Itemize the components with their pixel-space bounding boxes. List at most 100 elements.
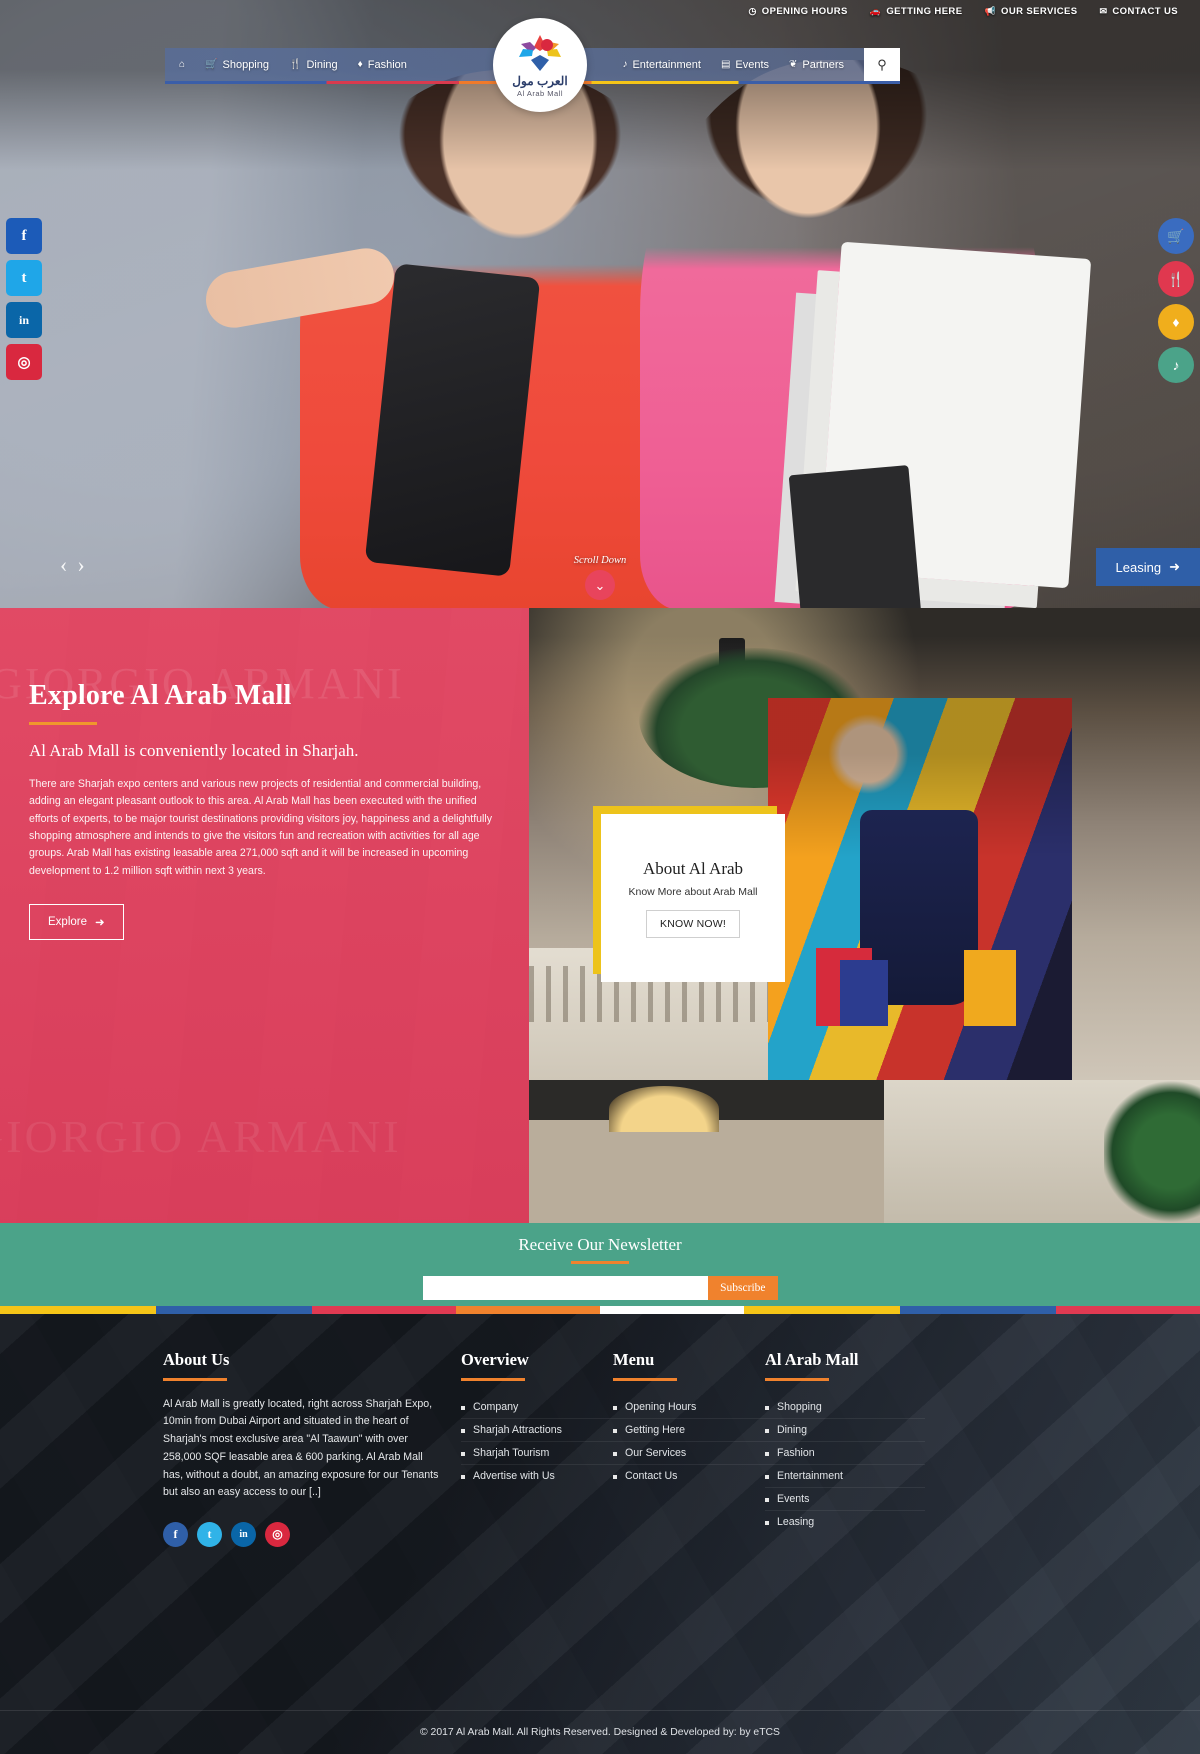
topbar-link-opening-hours[interactable]: ◷ OPENING HOURS [749,6,848,17]
list-item[interactable]: Events [765,1488,925,1511]
list-item[interactable]: Advertise with Us [461,1465,613,1487]
site-logo[interactable]: العرب مول Al Arab Mall [493,18,587,112]
newsletter-heading: Receive Our Newsletter [518,1235,682,1254]
hero-section: ◷ OPENING HOURS 🚗 GETTING HERE 📢 OUR SER… [0,0,1200,608]
nav-item-shopping[interactable]: 🛒 Shopping [205,59,269,71]
page-root: ◷ OPENING HOURS 🚗 GETTING HERE 📢 OUR SER… [0,0,1200,1754]
cart-icon[interactable]: 🛒 [1158,218,1194,254]
scroll-down-label: Scroll Down [573,555,627,566]
list-item[interactable]: Sharjah Tourism [461,1442,613,1465]
footer-column-menu: Menu Opening Hours Getting Here Our Serv… [613,1350,765,1547]
car-icon: 🚗 [869,5,882,16]
social-rail-left: f t in ◎ [6,218,42,380]
footer-heading-underline [163,1378,227,1381]
logo-arabic-text: العرب مول [512,73,568,88]
music-note-icon[interactable]: ♪ [1158,347,1194,383]
list-item[interactable]: Sharjah Attractions [461,1419,613,1442]
list-item[interactable]: Contact Us [613,1465,765,1487]
explore-text-panel: Explore Al Arab Mall Al Arab Mall is con… [0,608,595,1223]
footer-menu-heading: Menu [613,1350,655,1369]
subscribe-button[interactable]: Subscribe [708,1276,778,1300]
explore-subheading: Al Arab Mall is conveniently located in … [29,741,359,760]
leasing-button[interactable]: Leasing ➜ [1095,548,1200,586]
logo-english-text: Al Arab Mall [516,88,564,98]
list-item[interactable]: Getting Here [613,1419,765,1442]
envelope-icon: ✉ [1099,5,1108,16]
scroll-down-indicator[interactable]: Scroll Down ⌄ [0,555,1200,600]
diamond-icon: ♦ [357,59,363,70]
nav-label: Events [735,58,770,71]
list-item[interactable]: Entertainment [765,1465,925,1488]
newsletter-section: Receive Our Newsletter Subscribe [0,1223,1200,1306]
list-item[interactable]: Our Services [613,1442,765,1465]
twitter-icon[interactable]: t [197,1522,222,1548]
about-card-subtitle: Know More about Arab Mall [628,885,758,898]
about-card: About Al Arab Know More about Arab Mall … [593,806,785,982]
footer-section: About Us Al Arab Mall is greatly located… [0,1314,1200,1754]
megaphone-icon: 📢 [984,5,997,16]
list-item[interactable]: Leasing [765,1511,925,1533]
linkedin-icon[interactable]: in [6,302,42,338]
facebook-icon[interactable]: f [163,1522,188,1548]
nav-item-fashion[interactable]: ♦ Fashion [358,59,407,71]
footer-heading-underline [765,1378,829,1381]
topbar-link-getting-here[interactable]: 🚗 GETTING HERE [870,6,963,17]
footer-overview-list: Company Sharjah Attractions Sharjah Tour… [461,1396,613,1487]
explore-section: Explore Al Arab Mall Al Arab Mall is con… [0,608,1200,1223]
footer-mall-heading: Al Arab Mall [765,1350,859,1369]
list-item[interactable]: Fashion [765,1442,925,1465]
nav-item-entertainment[interactable]: ♪ Entertainment [622,59,700,71]
topbar-label: CONTACT US [1112,5,1178,17]
footer-mall-list: Shopping Dining Fashion Entertainment Ev… [765,1396,925,1533]
collage-image-exterior [884,1080,1200,1223]
diamond-icon[interactable]: ♦ [1158,304,1194,340]
handshake-icon: ❦ [789,59,798,70]
footer-heading-underline [461,1378,525,1381]
nav-item-home[interactable]: ⌂ [179,59,185,70]
instagram-icon[interactable]: ◎ [6,344,42,380]
explore-button-label: Explore [48,916,87,929]
topbar-label: OUR SERVICES [1001,5,1078,17]
chevron-down-icon: ⌄ [585,570,615,600]
linkedin-icon[interactable]: in [231,1522,256,1548]
instagram-icon[interactable]: ◎ [265,1522,290,1548]
nav-label: Dining [306,58,338,71]
topbar-link-contact-us[interactable]: ✉ CONTACT US [1099,6,1178,17]
list-item[interactable]: Dining [765,1419,925,1442]
footer-about-heading: About Us [163,1350,230,1369]
nav-label: Partners [802,58,844,71]
list-icon: ▤ [720,59,731,70]
facebook-icon[interactable]: f [6,218,42,254]
twitter-icon[interactable]: t [6,260,42,296]
explore-button[interactable]: Explore ➜ [29,904,124,941]
clock-icon: ◷ [748,5,757,16]
nav-label: Fashion [367,58,407,71]
nav-label: Shopping [222,58,270,71]
nav-item-dining[interactable]: 🍴 Dining [289,59,338,71]
top-utility-bar: ◷ OPENING HOURS 🚗 GETTING HERE 📢 OUR SER… [0,0,1200,22]
newsletter-email-input[interactable] [422,1276,709,1300]
list-item[interactable]: Company [461,1396,613,1419]
explore-paragraph: There are Sharjah expo centers and vario… [29,778,493,877]
list-item[interactable]: Opening Hours [613,1396,765,1419]
heading-underline [29,722,97,725]
search-button[interactable]: ⚲ [864,48,900,81]
collage-image-shopper [768,698,1072,1098]
nav-item-partners[interactable]: ❦ Partners [789,59,844,71]
search-icon: ⚲ [877,56,887,72]
copyright-text: © 2017 Al Arab Mall. All Rights Reserved… [420,1727,780,1738]
cart-icon: 🛒 [205,59,218,70]
utensils-icon[interactable]: 🍴 [1158,261,1194,297]
nav-item-events[interactable]: ▤ Events [721,59,769,71]
newsletter-form: Subscribe [422,1276,778,1300]
arrow-right-icon: ➜ [95,917,105,930]
footer-overview-heading: Overview [461,1350,529,1369]
about-card-title: About Al Arab [642,858,744,878]
topbar-link-our-services[interactable]: 📢 OUR SERVICES [984,6,1077,17]
list-item[interactable]: Shopping [765,1396,925,1419]
music-note-icon: ♪ [622,59,628,70]
nav-label: Entertainment [632,58,701,71]
footer-social-links: f t in ◎ [163,1522,461,1548]
footer-column-mall: Al Arab Mall Shopping Dining Fashion Ent… [765,1350,925,1547]
know-now-button[interactable]: KNOW NOW! [646,909,740,938]
